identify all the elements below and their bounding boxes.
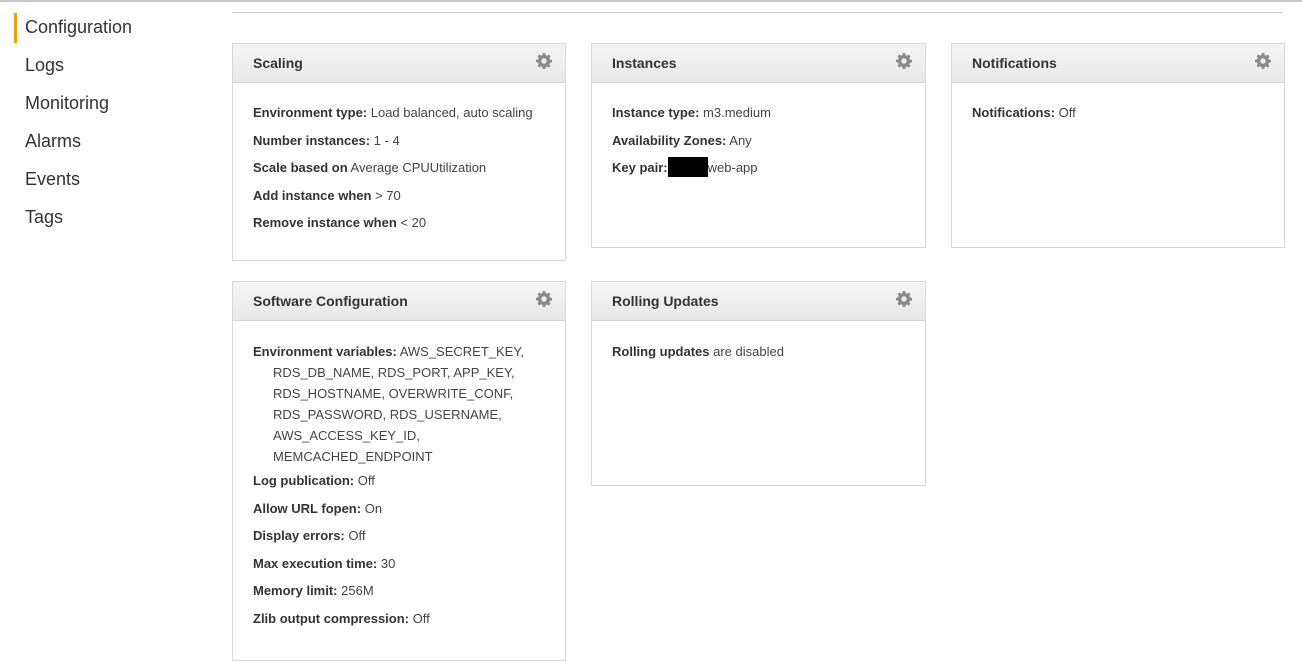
top-border [0,0,1302,2]
gear-icon[interactable] [1255,53,1271,69]
panel-body: Rolling updates are disabled [592,321,925,360]
panel-header: Scaling [233,44,565,83]
setting-row: Notifications: Off [972,105,1076,120]
panel-title: Instances [612,55,677,71]
setting-row: Memory limit: 256M [253,583,374,598]
gear-icon[interactable] [536,291,552,307]
redacted-block [667,157,708,178]
sidebar-item-events[interactable]: Events [25,168,80,190]
panel-body: Environment variables: AWS_SECRET_KEY, R… [233,321,565,627]
sidebar-item-tags[interactable]: Tags [25,206,63,228]
setting-row: Add instance when > 70 [253,187,401,203]
scaling-panel: Scaling Environment type: Load balanced,… [232,43,566,261]
setting-row: Max execution time: 30 [253,555,396,571]
panel-body: Environment type: Load balanced, auto sc… [233,83,565,231]
setting-row: Availability Zones: Any [612,132,752,148]
setting-row: Rolling updates are disabled [612,344,784,359]
environment-variables-row: Environment variables: AWS_SECRET_KEY, R… [253,344,524,464]
panel-title: Scaling [253,55,303,71]
setting-row: Instance type: m3.medium [612,105,771,120]
panel-body: Notifications: Off [952,83,1284,121]
gear-icon[interactable] [896,53,912,69]
gear-icon[interactable] [536,53,552,69]
sidebar-item-configuration[interactable]: Configuration [13,13,132,43]
setting-row: Zlib output compression: Off [253,610,430,626]
notifications-panel: Notifications Notifications: Off [951,43,1285,248]
panel-header: Notifications [952,44,1284,83]
gear-icon[interactable] [896,291,912,307]
instances-panel: Instances Instance type: m3.medium Avail… [591,43,926,248]
sidebar-item-monitoring[interactable]: Monitoring [25,92,109,114]
rolling-updates-panel: Rolling Updates Rolling updates are disa… [591,281,926,486]
sidebar-item-logs[interactable]: Logs [25,54,64,76]
panel-body: Instance type: m3.medium Availability Zo… [592,83,925,178]
setting-row: Environment type: Load balanced, auto sc… [253,105,533,120]
setting-row: Display errors: Off [253,528,366,543]
setting-row: Key pair: web-app [612,157,905,178]
panel-title: Notifications [972,55,1057,71]
content-divider [232,12,1283,13]
panel-header: Instances [592,44,925,83]
panel-header: Rolling Updates [592,282,925,321]
software-configuration-panel: Software Configuration Environment varia… [232,281,566,661]
sidebar-item-alarms[interactable]: Alarms [25,130,81,152]
panel-header: Software Configuration [233,282,565,321]
panel-title: Software Configuration [253,293,408,309]
panel-title: Rolling Updates [612,293,719,309]
setting-row: Allow URL fopen: On [253,500,383,516]
setting-row: Number instances: 1 - 4 [253,132,400,148]
setting-row: Log publication: Off [253,473,375,488]
setting-row: Remove instance when < 20 [253,215,427,230]
setting-row: Scale based on Average CPUUtilization [253,160,487,175]
